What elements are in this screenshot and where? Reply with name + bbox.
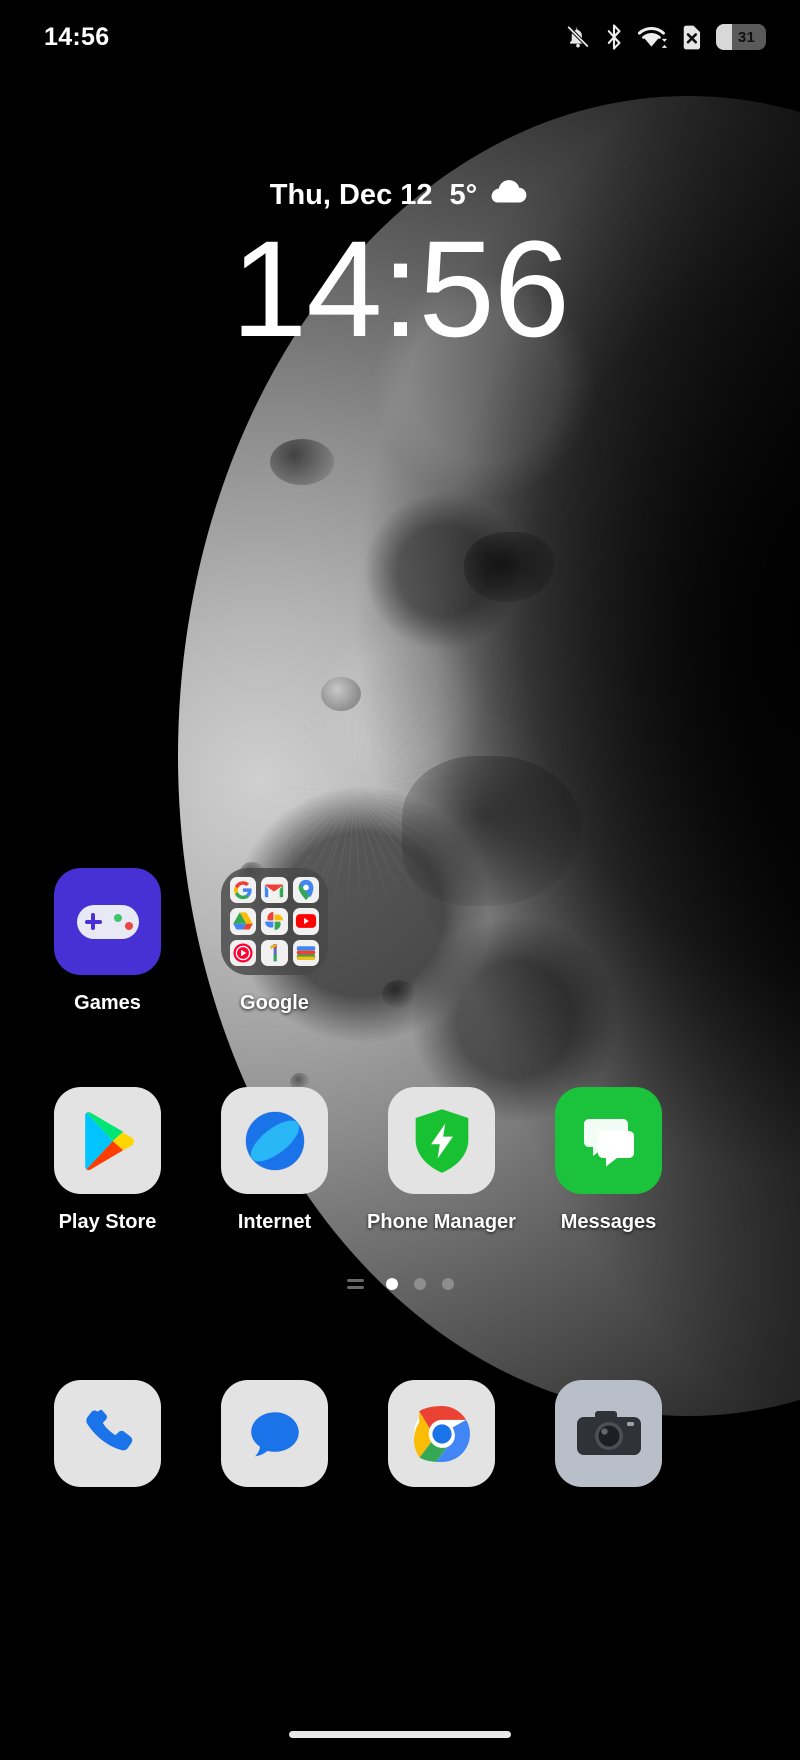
dock-app-messages[interactable] — [191, 1380, 358, 1487]
dock-app-camera[interactable] — [525, 1380, 692, 1487]
photos-icon — [261, 908, 288, 935]
app-label-google: Google — [240, 992, 309, 1014]
status-bar: 14:56 31 — [0, 0, 800, 74]
dock-row — [0, 1380, 800, 1487]
phone-icon[interactable] — [54, 1380, 161, 1487]
battery-fill — [716, 24, 732, 50]
home-gesture-bar[interactable] — [289, 1731, 511, 1738]
maps-icon — [292, 877, 319, 904]
dock-app-phone[interactable] — [24, 1380, 191, 1487]
status-time-label: 14:56 — [44, 22, 110, 51]
app-label-internet: Internet — [237, 1211, 312, 1233]
app-label-phone-manager: Phone Manager — [367, 1211, 516, 1233]
battery-indicator: 31 — [716, 24, 766, 50]
gmail-icon — [261, 877, 288, 904]
notifications-muted-icon — [565, 24, 591, 50]
app-google-folder[interactable]: Google — [191, 868, 358, 1015]
sms-icon[interactable] — [221, 1380, 328, 1487]
app-phone-manager[interactable]: Phone Manager — [358, 1087, 525, 1234]
app-games-folder[interactable]: Games — [24, 868, 191, 1015]
dock-app-chrome[interactable] — [358, 1380, 525, 1487]
phone-manager-icon[interactable] — [388, 1087, 495, 1194]
app-row-1: Games Google — [0, 868, 800, 1015]
app-label-messages: Messages — [560, 1211, 657, 1233]
google-folder-icon[interactable] — [221, 868, 328, 975]
app-play-store[interactable]: Play Store — [24, 1087, 191, 1234]
page-dot[interactable] — [413, 1278, 426, 1290]
page-indicator[interactable] — [0, 1278, 800, 1290]
youtube-icon — [292, 908, 319, 935]
bluetooth-icon — [604, 24, 624, 50]
app-label-play-store: Play Store — [58, 1211, 157, 1233]
google-one-icon — [261, 939, 288, 966]
app-internet[interactable]: Internet — [191, 1087, 358, 1234]
page-dot-active[interactable] — [385, 1278, 398, 1290]
internet-browser-icon[interactable] — [221, 1087, 328, 1194]
date-weather-row[interactable]: Thu, Dec 12 5° — [270, 176, 531, 214]
drive-icon — [230, 908, 257, 935]
messages-icon[interactable] — [555, 1087, 662, 1194]
google-search-icon — [230, 877, 257, 904]
temperature-label: 5° — [449, 178, 478, 211]
battery-level-label: 31 — [737, 28, 755, 46]
games-folder-icon[interactable] — [54, 868, 161, 975]
date-label: Thu, Dec 12 — [269, 178, 433, 211]
clock-widget[interactable]: Thu, Dec 12 5° 14:56 — [0, 176, 800, 360]
wifi-icon — [637, 24, 667, 50]
status-bar-icons: 31 — [565, 24, 766, 51]
camera-icon[interactable] — [555, 1380, 662, 1487]
feed-page-icon[interactable] — [346, 1279, 364, 1289]
status-bar-clock: 14:56 — [44, 23, 109, 52]
app-label-games: Games — [74, 992, 141, 1014]
cloud-icon — [488, 176, 530, 214]
wallet-icon — [292, 939, 319, 966]
app-grid: Games Google Play Store Internet Phone M… — [0, 868, 800, 1234]
page-dot[interactable] — [441, 1278, 454, 1290]
lockscreen-clock[interactable]: 14:56 — [0, 220, 800, 360]
play-store-icon[interactable] — [54, 1087, 161, 1194]
chrome-icon[interactable] — [388, 1380, 495, 1487]
app-row-2: Play Store Internet Phone Manager Messag… — [0, 1087, 800, 1234]
no-sim-icon — [680, 24, 703, 51]
youtube-music-icon — [230, 939, 257, 966]
app-messages[interactable]: Messages — [525, 1087, 692, 1234]
dock — [0, 1380, 800, 1487]
